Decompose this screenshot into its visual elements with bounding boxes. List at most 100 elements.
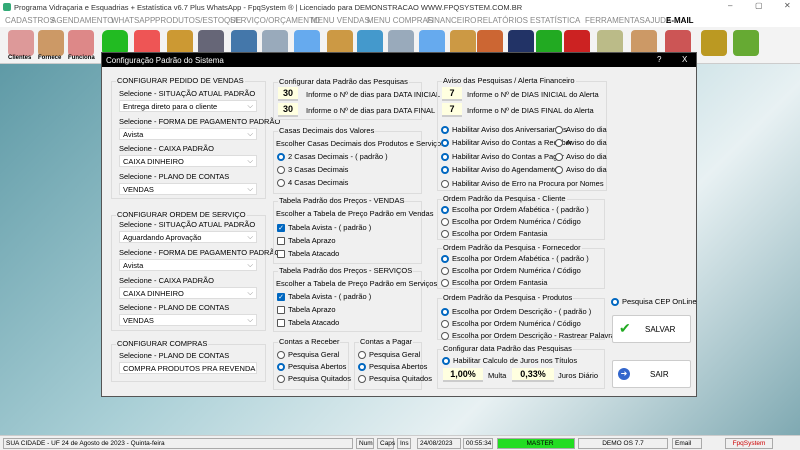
radio-button[interactable] [277,166,285,174]
suppliers-icon[interactable] [38,30,64,56]
coins-icon[interactable] [701,30,727,56]
checkbox[interactable]: ✓ [277,224,285,232]
juros-input[interactable]: 0,33% [512,368,554,382]
radio-button[interactable] [441,152,449,161]
data-inicial-input[interactable]: 30 [278,87,298,101]
email-button[interactable]: Email [672,438,702,449]
radio-button[interactable] [277,153,285,161]
menu-item[interactable]: PRODUTOS/ESTOQUE [155,16,241,25]
radio-button[interactable] [441,255,449,263]
radio-button[interactable] [441,320,449,328]
radio-button[interactable] [358,363,366,371]
radio-button[interactable] [277,375,285,383]
os-caixa-select[interactable]: CAIXA DINHEIRO ⌵ [119,287,257,299]
vendas-plano-select[interactable]: VENDAS ⌵ [119,183,257,195]
os-plano-select[interactable]: VENDAS ⌵ [119,314,257,326]
chevron-down-icon[interactable]: ⌵ [247,288,253,298]
radio-label: Habilitar Calculo de Juros nos Títulos [453,356,578,365]
radio-button[interactable] [358,375,366,383]
radio-button[interactable] [441,126,449,134]
chevron-down-icon[interactable]: ⌵ [247,184,253,194]
sair-button[interactable]: ➜ SAIR [612,360,691,388]
app-icon [3,3,11,11]
radio-label: Escolha por Ordem Fantasia [452,278,548,287]
close-button[interactable]: ✕ [784,1,791,10]
help-button[interactable]: ? [657,55,661,64]
toolbar-label[interactable]: Clientes [8,55,31,61]
chevron-down-icon[interactable]: ⌵ [247,260,253,270]
radio-button[interactable] [611,298,619,306]
data-final-input[interactable]: 30 [278,103,298,117]
label: Selecione - FORMA DE PAGAMENTO PADRÃO [119,248,281,257]
status-bar: SUA CIDADE - UF 24 de Agosto de 2023 - Q… [0,435,800,450]
checkbox-label: Tabela Avista - ( padrão ) [288,223,372,232]
radio-button[interactable] [441,206,449,214]
multa-input[interactable]: 1,00% [443,368,483,382]
toolbar-label[interactable]: Fornece [38,55,61,61]
radio-button[interactable] [277,351,285,359]
chevron-down-icon[interactable]: ⌵ [247,315,253,325]
menu-item[interactable]: ESTATÍSTICA [530,16,580,25]
chevron-down-icon[interactable]: ⌵ [247,101,253,111]
vendas-caixa-select[interactable]: CAIXA DINHEIRO ⌵ [119,155,257,167]
group-title: Configurar data Padrão das Pesquisas [442,344,573,353]
radio-button[interactable] [555,152,563,161]
chevron-down-icon[interactable]: ⌵ [247,363,253,373]
title-bar: Programa Vidraçaria e Esquadrias + Estat… [0,0,800,15]
exit-icon[interactable] [733,30,759,56]
clients-icon[interactable] [8,30,34,56]
menu-item[interactable]: WHATSAPP [111,16,155,25]
menu-item[interactable]: MENU COMPRAS [367,16,433,25]
minimize-button[interactable]: – [728,1,732,10]
config-dialog: Configuração Padrão do Sistema ? X CONFI… [101,52,697,397]
radio-button[interactable] [441,267,449,275]
checkbox[interactable] [277,250,285,258]
toolbar-label[interactable]: Funciona [68,55,95,61]
vendas-situacao-select[interactable]: Entrega direto para o cliente ⌵ [119,100,257,112]
radio-button[interactable] [277,363,285,371]
checkbox[interactable] [277,306,285,314]
employees-icon[interactable] [68,30,94,56]
radio-button[interactable] [441,332,449,340]
group-title: Contas a Receber [278,337,341,346]
vendas-pagamento-select[interactable]: Avista ⌵ [119,128,257,140]
dialog-close-button[interactable]: X [682,55,687,64]
label: Multa [488,371,507,380]
dias-inicial-input[interactable]: 7 [442,87,462,101]
radio-label: Habilitar Aviso do Agendamento [452,165,559,175]
salvar-button[interactable]: ✔ SALVAR [612,315,691,343]
radio-button[interactable] [442,357,450,365]
num-lock-indicator: Num [356,438,374,449]
radio-button[interactable] [358,351,366,359]
label: Escolher a Tabela de Preço Padrão em Ven… [276,209,434,218]
checkbox[interactable] [277,237,285,245]
menu-item[interactable]: AGENDAMENTO [51,16,114,25]
radio-button[interactable] [441,230,449,238]
radio-button[interactable] [441,218,449,226]
dias-final-input[interactable]: 7 [442,103,462,117]
radio-button[interactable] [441,308,449,316]
aviso-dia-label: Aviso do dia [566,151,607,161]
radio-label: Pesquisa Quitados [288,374,351,383]
os-pagamento-select[interactable]: Avista ⌵ [119,259,257,271]
radio-button[interactable] [441,179,449,188]
menu-item[interactable]: CADASTROS [5,16,55,25]
checkbox[interactable]: ✓ [277,293,285,301]
chevron-down-icon[interactable]: ⌵ [247,129,253,139]
radio-button[interactable] [277,179,285,187]
menu-item[interactable]: E-MAIL [666,16,694,25]
maximize-button[interactable]: ▢ [755,1,763,10]
checkbox[interactable] [277,319,285,327]
menu-item[interactable]: MENU VENDAS [311,16,370,25]
chevron-down-icon[interactable]: ⌵ [247,232,253,242]
compras-plano-select[interactable]: COMPRA PRODUTOS PRA REVENDA ⌵ [119,362,257,374]
radio-button[interactable] [555,126,563,134]
os-situacao-select[interactable]: Aguardando Aprovação ⌵ [119,231,257,243]
menu-item[interactable]: RELATÓRIOS [477,16,528,25]
radio-button[interactable] [441,279,449,287]
chevron-down-icon[interactable]: ⌵ [247,156,253,166]
menu-item[interactable]: SERVIÇO/ORÇAMENTO [230,16,320,25]
checkbox-label: Tabela Aprazo [288,305,336,314]
menu-item[interactable]: FERRAMENTAS [585,16,645,25]
menu-item[interactable]: FINANCEIRO [427,16,476,25]
